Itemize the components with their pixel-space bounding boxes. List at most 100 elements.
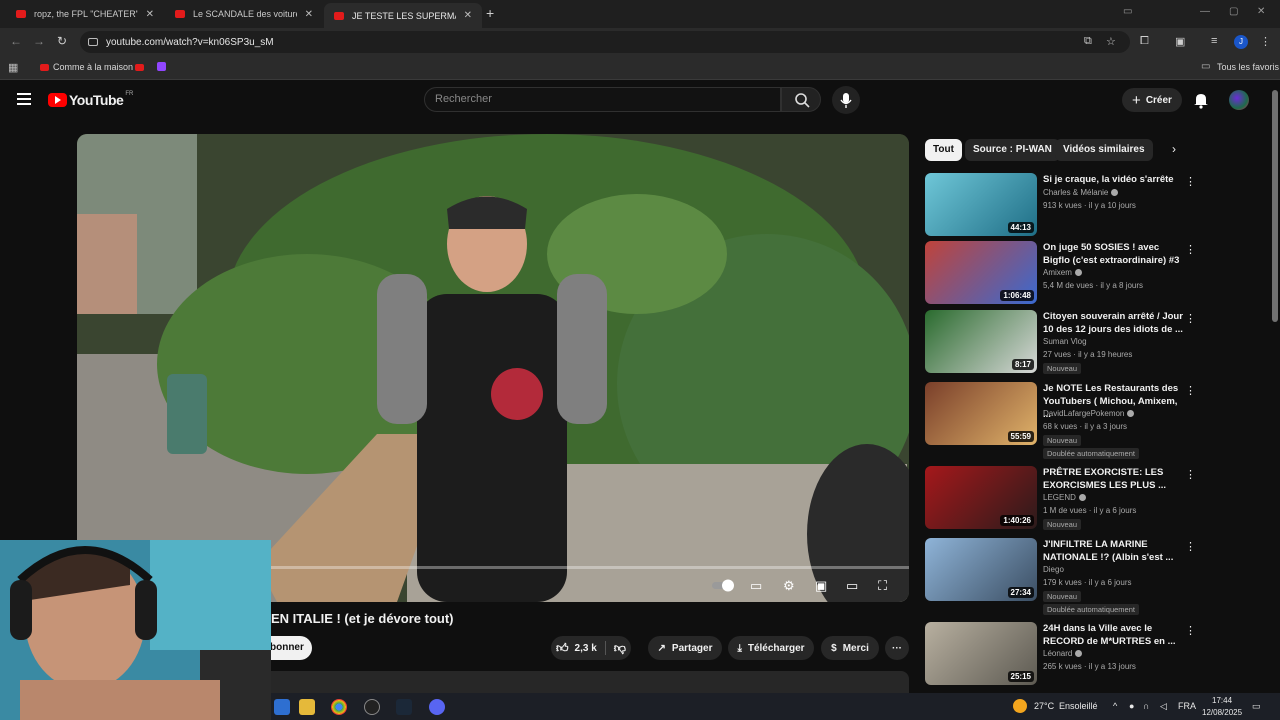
media-control-icon[interactable]: ≡ — [1211, 35, 1217, 47]
fullscreen-icon[interactable]: ⛶ — [878, 578, 887, 594]
recommendation-title[interactable]: PRÊTRE EXORCISTE: LES EXORCISMES LES PLU… — [1043, 466, 1183, 492]
video-thumbnail[interactable]: 8:17 — [925, 310, 1037, 373]
channel-name[interactable]: Léonard — [1043, 649, 1083, 658]
chevron-up-icon[interactable]: ^ — [1113, 701, 1117, 711]
theater-mode-icon[interactable]: ▭ — [846, 578, 858, 594]
menu-kebab-icon[interactable]: ⋮ — [1260, 35, 1271, 48]
headset-icon[interactable]: ∩ — [1143, 701, 1149, 711]
video-thumbnail[interactable]: 55:59 — [925, 382, 1037, 445]
notifications-bell-icon[interactable] — [1193, 91, 1209, 109]
chrome-icon[interactable] — [331, 699, 347, 715]
more-options-icon[interactable]: ⋮ — [1185, 540, 1196, 553]
browser-tab-active[interactable]: JE TESTE LES SUPERMARCHÉS I ✕ — [324, 3, 482, 28]
discord-icon[interactable] — [429, 699, 445, 715]
channel-name[interactable]: Amixem — [1043, 268, 1082, 277]
apps-grid-icon[interactable]: ▦ — [8, 61, 18, 74]
search-button[interactable] — [781, 87, 821, 112]
more-options-icon[interactable]: ⋮ — [1185, 468, 1196, 481]
page-scrollbar[interactable] — [1272, 90, 1278, 322]
channel-name[interactable]: Suman Vlog — [1043, 337, 1087, 346]
recommendation-title[interactable]: Si je craque, la vidéo s'arrête — [1043, 173, 1183, 186]
reload-icon[interactable]: ↻ — [57, 34, 67, 48]
weather-sun-icon[interactable] — [1013, 699, 1027, 713]
video-player[interactable] — [77, 134, 909, 602]
minimize-icon[interactable]: — — [1200, 6, 1210, 17]
microphone-tray-icon[interactable]: ● — [1129, 701, 1134, 711]
site-info-icon[interactable] — [88, 38, 98, 46]
recommendation-title[interactable]: J'INFILTRE LA MARINE NATIONALE !? (Albin… — [1043, 538, 1183, 564]
close-tab-icon[interactable]: ✕ — [146, 9, 154, 20]
recommendation-item[interactable]: 1:40:26 PRÊTRE EXORCISTE: LES EXORCISMES … — [925, 466, 1196, 532]
profile-avatar[interactable]: J — [1234, 35, 1248, 49]
chevron-right-icon[interactable]: › — [1172, 142, 1176, 156]
video-thumbnail[interactable]: 27:34 — [925, 538, 1037, 601]
share-button[interactable]: ↗ Partager — [648, 636, 722, 660]
search-input[interactable]: Rechercher — [424, 87, 781, 112]
tab-search-icon[interactable]: ▭ — [1123, 6, 1132, 17]
like-button[interactable]: 👍︎ 2,3 k — [556, 641, 597, 656]
recommendation-item[interactable]: 1:06:48 On juge 50 SOSIES ! avec Bigflo (… — [925, 241, 1196, 307]
account-avatar[interactable] — [1229, 90, 1249, 110]
more-options-icon[interactable]: ⋮ — [1185, 243, 1196, 256]
hamburger-menu-icon[interactable] — [17, 93, 31, 105]
video-thumbnail[interactable]: 25:15 — [925, 622, 1037, 685]
close-tab-icon[interactable]: ✕ — [305, 9, 313, 20]
split-view-icon[interactable]: ▣ — [1175, 35, 1185, 48]
miniplayer-icon[interactable]: ▣ — [815, 578, 827, 594]
language-indicator[interactable]: FRA — [1178, 701, 1196, 711]
extensions-icon[interactable]: ⧠ — [1140, 35, 1149, 48]
clock-time[interactable]: 17:44 — [1212, 696, 1232, 705]
notifications-icon[interactable]: ▭ — [1252, 701, 1261, 712]
bookmark-star-icon[interactable]: ☆ — [1106, 35, 1116, 48]
close-tab-icon[interactable]: ✕ — [464, 10, 472, 21]
voice-search-button[interactable] — [832, 86, 860, 114]
new-tab-button[interactable]: + — [486, 5, 494, 21]
more-options-icon[interactable]: ⋮ — [1185, 384, 1196, 397]
speaker-icon[interactable]: ◁ — [1160, 701, 1167, 712]
channel-name[interactable]: Diego — [1043, 565, 1064, 574]
youtube-logo[interactable]: YouTube FR — [48, 91, 133, 108]
more-options-icon[interactable]: ⋮ — [1185, 175, 1196, 188]
address-bar[interactable]: youtube.com/watch?v=kn06SP3u_sM — [80, 31, 1130, 53]
video-thumbnail[interactable]: 1:06:48 — [925, 241, 1037, 304]
settings-gear-icon[interactable]: ⚙ — [783, 578, 795, 594]
browser-tab[interactable]: ropz, the FPL "CHEATER" - Mo ✕ — [6, 3, 164, 25]
forward-icon[interactable]: → — [33, 34, 45, 48]
subtitles-icon[interactable]: ▭ — [750, 578, 762, 594]
recommendation-title[interactable]: 24H dans la Ville avec le RECORD de M*UR… — [1043, 622, 1183, 648]
file-explorer-icon[interactable] — [299, 699, 315, 715]
recommendation-item[interactable]: 27:34 J'INFILTRE LA MARINE NATIONALE !? (… — [925, 538, 1196, 615]
dislike-button[interactable]: 👎︎ — [614, 641, 626, 656]
more-actions-button[interactable]: ··· — [885, 636, 909, 660]
channel-name[interactable]: Charles & Mélanie — [1043, 188, 1119, 197]
close-window-icon[interactable]: ✕ — [1257, 6, 1265, 17]
browser-tab[interactable]: Le SCANDALE des voitures ÉLE ✕ — [165, 3, 323, 25]
create-button[interactable]: + Créer — [1122, 88, 1182, 112]
clock-date[interactable]: 12/08/2025 — [1202, 708, 1242, 717]
all-bookmarks-link[interactable]: Tous les favoris — [1217, 62, 1279, 72]
autoplay-toggle[interactable] — [712, 578, 736, 595]
twitch-bookmark-icon[interactable] — [157, 62, 166, 71]
install-app-icon[interactable]: ⧉ — [1084, 35, 1092, 48]
video-thumbnail[interactable]: 44:13 — [925, 173, 1037, 236]
channel-name[interactable]: LEGEND — [1043, 493, 1086, 502]
recommendation-title[interactable]: Citoyen souverain arrêté / Jour 10 des 1… — [1043, 310, 1183, 336]
youtube-bookmark-icon[interactable] — [135, 64, 144, 71]
chip-source[interactable]: Source : PI-WAN — [965, 139, 1060, 161]
recommendation-item[interactable]: 25:15 24H dans la Ville avec le RECORD de… — [925, 622, 1196, 688]
video-thumbnail[interactable]: 1:40:26 — [925, 466, 1037, 529]
thanks-button[interactable]: $ Merci — [821, 636, 879, 660]
maximize-icon[interactable]: ▢ — [1229, 6, 1238, 17]
recommendation-item[interactable]: 44:13 Si je craque, la vidéo s'arrête Char… — [925, 173, 1196, 239]
back-icon[interactable]: ← — [10, 34, 22, 48]
start-icon[interactable] — [274, 699, 290, 715]
more-options-icon[interactable]: ⋮ — [1185, 624, 1196, 637]
chip-related[interactable]: Vidéos similaires — [1055, 139, 1153, 161]
recommendation-item[interactable]: 55:59 Je NOTE Les Restaurants des YouTube… — [925, 382, 1196, 459]
more-options-icon[interactable]: ⋮ — [1185, 312, 1196, 325]
recommendation-title[interactable]: On juge 50 SOSIES ! avec Bigflo (c'est e… — [1043, 241, 1183, 267]
steam-icon[interactable] — [396, 699, 412, 715]
obs-icon[interactable] — [364, 699, 380, 715]
bookmark-item[interactable]: Comme à la maison — [53, 62, 133, 72]
chip-all[interactable]: Tout — [925, 139, 962, 161]
